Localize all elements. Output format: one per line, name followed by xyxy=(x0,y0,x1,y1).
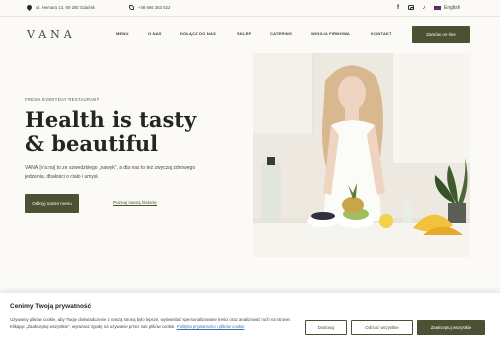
our-story-link[interactable]: Poznaj naszą historię xyxy=(113,200,157,206)
hero-photo xyxy=(253,53,470,257)
nav-item-catering[interactable]: CATERING xyxy=(270,31,292,36)
hero-title-line1: Health is tasty xyxy=(25,107,197,132)
cookie-title: Cenimy Twoją prywatność xyxy=(10,303,92,310)
hero-illustration xyxy=(253,53,470,257)
privacy-policy-link[interactable]: Polityka prywatności i plików cookie xyxy=(177,324,245,329)
phone[interactable]: +48 666 353 522 xyxy=(129,5,170,10)
customize-button[interactable]: Dostosuj xyxy=(305,320,347,335)
phone-icon xyxy=(129,5,134,10)
cookie-banner: Cenimy Twoją prywatność Używamy plików c… xyxy=(0,292,500,348)
order-online-button[interactable]: Zamów on-line xyxy=(412,26,470,43)
hero-title: Health is tasty & beautiful xyxy=(25,108,196,156)
hero-eyebrow: FRESH EVERYDAY RESTAURANT xyxy=(25,97,100,102)
location-pin-icon xyxy=(25,3,34,12)
accept-all-button[interactable]: Zaakceptuj wszystkie xyxy=(417,320,485,335)
phone-text[interactable]: +48 666 353 522 xyxy=(138,5,170,10)
language-switcher[interactable]: English xyxy=(434,5,460,11)
social-links: f ♪ xyxy=(395,4,427,11)
nav-item-dolacz[interactable]: DOŁĄCZ DO NAS xyxy=(180,31,216,36)
discover-menu-button[interactable]: Odkryj nasze menu xyxy=(25,194,79,213)
logo[interactable]: VANA xyxy=(27,28,76,41)
nav-item-sklep[interactable]: SKLEP xyxy=(237,31,251,36)
top-bar: ul. Hemara 13, 80-280 Gdańsk +48 666 353… xyxy=(0,0,500,16)
hero-title-line2: & beautiful xyxy=(25,131,159,156)
cookie-description: Używamy plików cookie, aby Twoje doświad… xyxy=(10,317,292,330)
reject-all-button[interactable]: Odrzuć wszystkie xyxy=(351,320,413,335)
address: ul. Hemara 13, 80-280 Gdańsk xyxy=(25,3,95,12)
facebook-icon[interactable]: f xyxy=(395,4,401,11)
nav-item-wigilia[interactable]: WIGILIA FIRMOWA xyxy=(311,31,350,36)
hero-description: VANA [v'a:na] to ze szwedzkiego „nawyk”,… xyxy=(25,165,196,180)
nav-item-menu[interactable]: MENU xyxy=(116,31,129,36)
uk-flag-icon xyxy=(434,5,441,11)
tiktok-icon[interactable]: ♪ xyxy=(421,4,427,11)
nav-item-kontakt[interactable]: KONTAKT xyxy=(371,31,392,36)
address-text: ul. Hemara 13, 80-280 Gdańsk xyxy=(36,5,95,10)
cookie-text: Używamy plików cookie, aby Twoje doświad… xyxy=(10,316,300,331)
language-label[interactable]: English xyxy=(444,5,460,11)
instagram-icon[interactable] xyxy=(408,4,414,11)
header-divider xyxy=(0,16,500,17)
nav-item-o-nas[interactable]: O NAS xyxy=(148,31,162,36)
